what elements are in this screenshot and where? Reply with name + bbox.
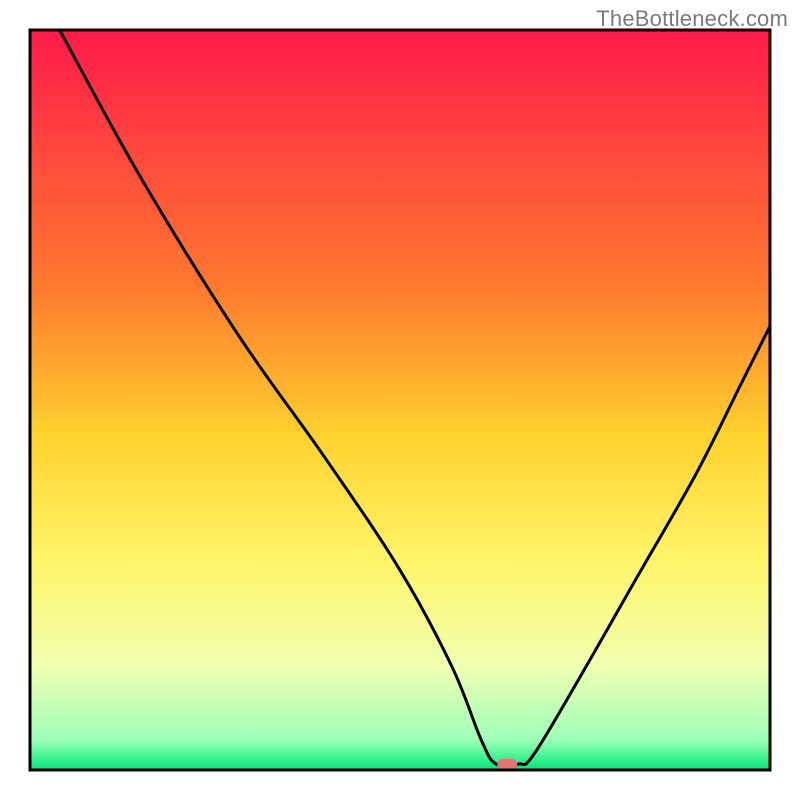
watermark-label: TheBottleneck.com xyxy=(596,6,788,32)
chart-container: TheBottleneck.com xyxy=(0,0,800,800)
gradient-background xyxy=(30,30,770,770)
bottleneck-chart xyxy=(0,0,800,800)
